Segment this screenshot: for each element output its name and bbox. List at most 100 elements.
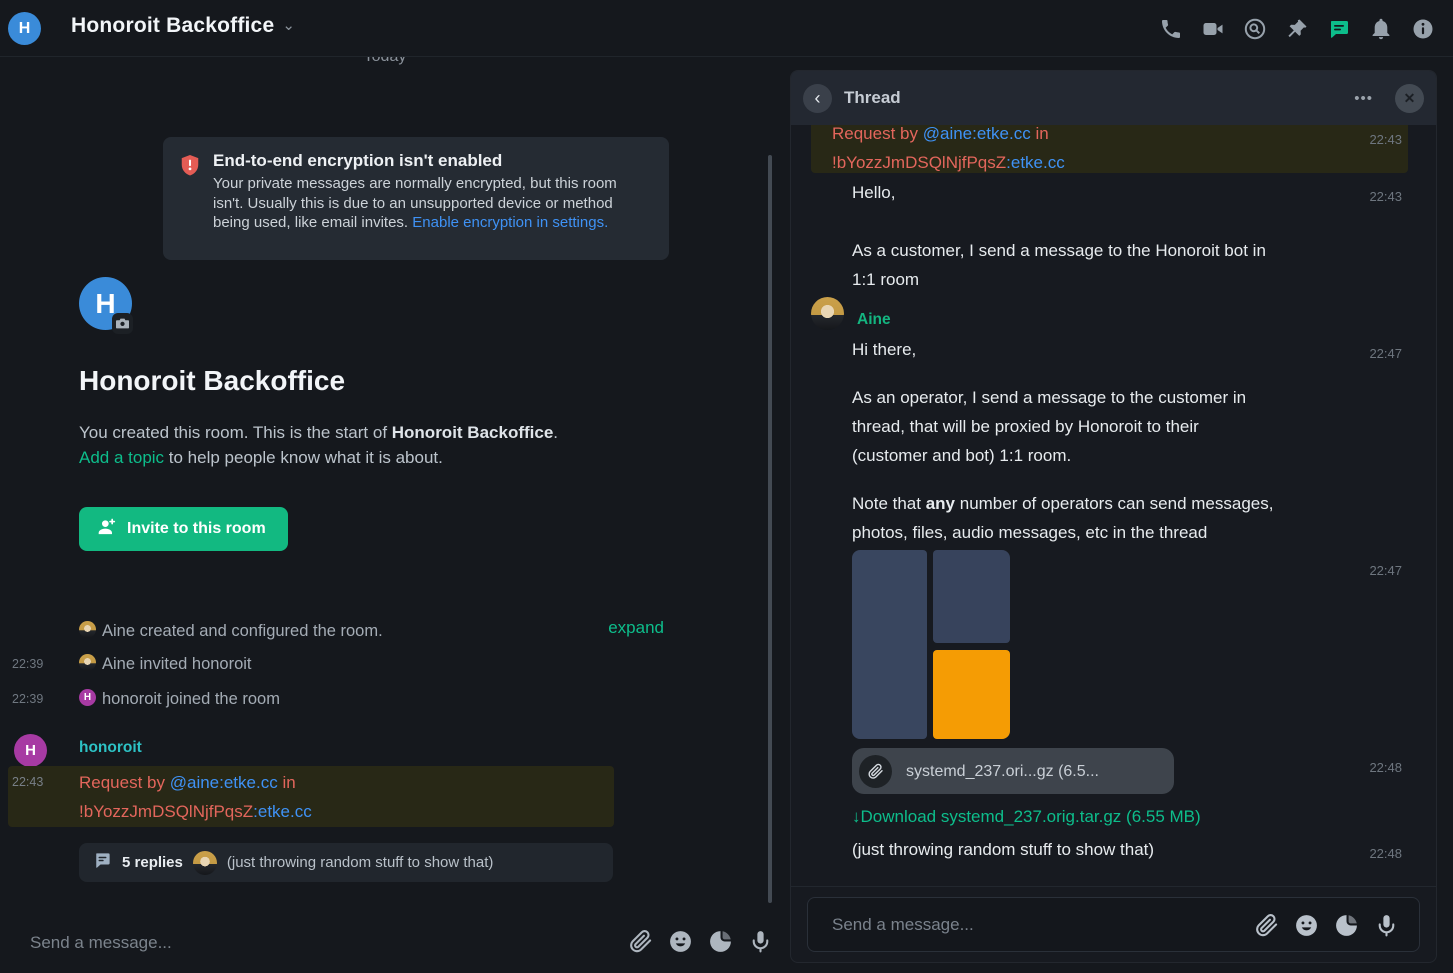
thread-composer-actions	[1254, 913, 1399, 938]
room-avatar-letter: H	[19, 20, 31, 38]
timestamp: 22:43	[1369, 182, 1402, 211]
image-attachment[interactable]	[852, 550, 1046, 740]
paperclip-icon	[859, 755, 892, 788]
timestamp: 22:43	[1369, 125, 1402, 154]
message-timestamp: 22:43	[12, 775, 43, 789]
timestamp: 22:47	[1369, 556, 1402, 585]
thread-message-line[interactable]: As a customer, I send a message to the H…	[852, 236, 1266, 265]
warning-title: End-to-end encryption isn't enabled	[213, 151, 651, 171]
notifications-icon[interactable]	[1369, 17, 1393, 41]
attachment-icon[interactable]	[1254, 913, 1279, 938]
thread-message[interactable]: Hi there,	[852, 335, 916, 364]
emoji-icon[interactable]	[1294, 913, 1319, 938]
thread-summary-icon	[93, 851, 112, 875]
aine-avatar	[193, 851, 217, 875]
enable-encryption-link[interactable]: Enable encryption in settings.	[412, 214, 608, 231]
camera-icon	[112, 313, 133, 334]
message-sender[interactable]: honoroit	[79, 739, 142, 757]
header-actions	[1159, 0, 1435, 57]
attachment-icon[interactable]	[628, 929, 653, 954]
reply-count: 5 replies	[122, 854, 183, 871]
app-window: H Honoroit Backoffice⌄	[0, 0, 1453, 973]
invite-button[interactable]: Invite to this room	[79, 507, 288, 551]
room-intro-title: Honoroit Backoffice	[79, 365, 345, 397]
shield-warning-icon	[179, 151, 201, 246]
thread-message-line[interactable]: (customer and bot) 1:1 room.	[852, 441, 1071, 470]
image-block-top-right	[933, 550, 1010, 643]
event-room-created: Aine created and configured the room. ex…	[0, 618, 770, 648]
close-icon[interactable]: ✕	[1395, 84, 1424, 113]
more-options-icon[interactable]: •••	[1354, 90, 1373, 107]
room-name[interactable]: Honoroit Backoffice⌄	[71, 14, 295, 38]
download-link[interactable]: ↓Download systemd_237.orig.tar.gz (6.55 …	[852, 802, 1201, 831]
composer-actions	[628, 929, 773, 954]
pin-icon[interactable]	[1285, 17, 1309, 41]
thread-header: ‹ Thread ••• ✕	[791, 71, 1436, 125]
thread-message[interactable]: Hello,	[852, 178, 895, 207]
thread-timeline: Request by @aine:etke.cc in !bYozzJmDSQl…	[791, 125, 1436, 886]
room-header: H Honoroit Backoffice⌄	[0, 0, 1453, 57]
warning-body: Your private messages are normally encry…	[213, 174, 651, 233]
thread-composer	[807, 897, 1420, 952]
timestamp: 22:48	[1369, 753, 1402, 782]
room-intro-text: You created this room. This is the start…	[79, 421, 699, 470]
honoroit-avatar[interactable]: H	[14, 734, 47, 767]
thread-message[interactable]: (just throwing random stuff to show that…	[852, 835, 1154, 864]
encryption-warning: End-to-end encryption isn't enabled Your…	[163, 137, 669, 260]
event-invited: 22:39 Aine invited honoroit	[0, 651, 770, 681]
add-topic-link[interactable]: Add a topic	[79, 448, 164, 467]
room-mention-link[interactable]: :etke.cc	[253, 802, 312, 821]
highlighted-message[interactable]: 22:43 Request by @aine:etke.cc in !bYozz…	[8, 766, 614, 827]
video-call-icon[interactable]	[1201, 17, 1225, 41]
timeline-panel: Today End-to-end encryption isn't enable…	[0, 57, 790, 973]
aine-avatar[interactable]	[79, 621, 96, 638]
chevron-down-icon: ⌄	[282, 17, 295, 34]
thread-message-line[interactable]: 1:1 room	[852, 265, 919, 294]
sticker-icon[interactable]	[1334, 913, 1359, 938]
event-joined: 22:39 H honoroit joined the room	[0, 686, 770, 716]
sender-name[interactable]: Aine	[857, 305, 891, 334]
file-attachment[interactable]: systemd_237.ori...gz (6.5...	[852, 748, 1174, 794]
room-avatar[interactable]: H	[8, 12, 41, 45]
image-block-orange	[933, 650, 1010, 739]
sticker-icon[interactable]	[708, 929, 733, 954]
search-icon[interactable]	[1243, 17, 1267, 41]
message-body: Request by @aine:etke.cc in !bYozzJmDSQl…	[79, 768, 312, 826]
aine-avatar[interactable]	[811, 297, 844, 330]
timeline-scrollbar[interactable]	[768, 155, 772, 903]
room-info-icon[interactable]	[1411, 17, 1435, 41]
thread-preview: (just throwing random stuff to show that…	[227, 854, 494, 871]
thread-message-line[interactable]: photos, files, audio messages, etc in th…	[852, 518, 1207, 547]
thread-message-line[interactable]: As an operator, I send a message to the …	[852, 383, 1246, 412]
user-mention-link[interactable]: @aine:etke.cc	[170, 773, 278, 792]
emoji-icon[interactable]	[668, 929, 693, 954]
thread-title: Thread	[844, 88, 1342, 108]
thread-message-line[interactable]: thread, that will be proxied by Honoroit…	[852, 412, 1199, 441]
download-arrow-icon: ↓	[852, 807, 861, 826]
honoroit-avatar[interactable]: H	[79, 689, 96, 706]
main-composer	[0, 913, 790, 973]
thread-summary[interactable]: 5 replies (just throwing random stuff to…	[79, 843, 613, 882]
user-mention-link[interactable]: @aine:etke.cc	[923, 125, 1031, 143]
room-mention-link[interactable]: :etke.cc	[1006, 153, 1065, 172]
microphone-icon[interactable]	[748, 929, 773, 954]
message-input[interactable]	[30, 927, 590, 959]
room-avatar-large[interactable]: H	[79, 277, 132, 330]
file-name: systemd_237.ori...gz (6.5...	[906, 757, 1099, 786]
threads-icon[interactable]	[1327, 17, 1351, 41]
aine-avatar[interactable]	[79, 654, 96, 671]
invite-user-icon	[97, 517, 117, 542]
thread-footer	[791, 886, 1436, 962]
thread-root-line1: Request by @aine:etke.cc in	[832, 125, 1049, 148]
voice-call-icon[interactable]	[1159, 17, 1183, 41]
thread-panel: ‹ Thread ••• ✕ Request by @aine:etke.cc …	[790, 70, 1437, 963]
timestamp: 22:48	[1369, 839, 1402, 868]
thread-root-line2: !bYozzJmDSQlNjfPqsZ:etke.cc	[832, 148, 1065, 177]
thread-message-input[interactable]	[832, 910, 1232, 940]
back-icon[interactable]: ‹	[803, 84, 832, 113]
thread-message-line[interactable]: Note that any number of operators can se…	[852, 489, 1273, 518]
image-block-left	[852, 550, 927, 739]
microphone-icon[interactable]	[1374, 913, 1399, 938]
expand-link[interactable]: expand	[608, 618, 664, 638]
timestamp: 22:47	[1369, 339, 1402, 368]
